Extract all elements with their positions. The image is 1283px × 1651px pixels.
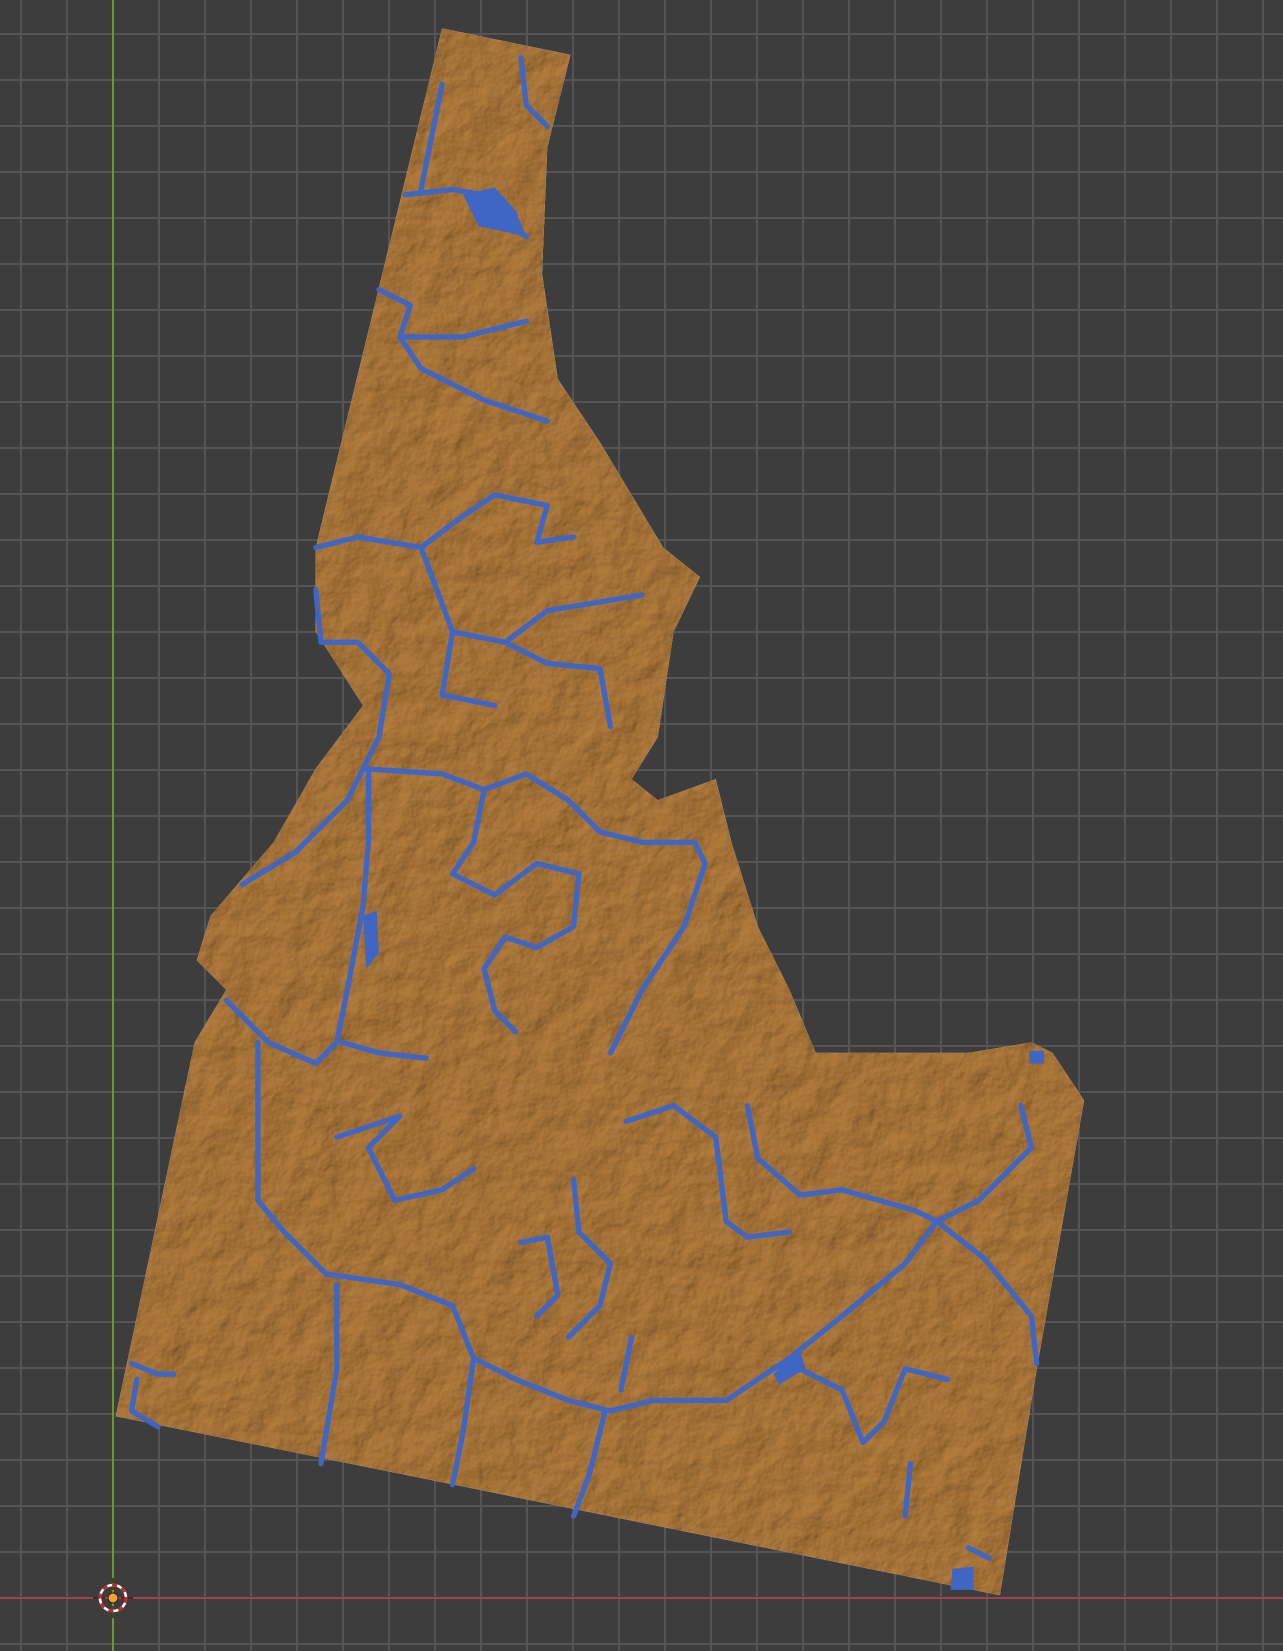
idaho-relief-mesh[interactable]: [0, 0, 1283, 1651]
3d-cursor-icon[interactable]: [93, 1578, 133, 1618]
3d-viewport[interactable]: [0, 0, 1283, 1651]
terrain-shape: [115, 28, 1085, 1596]
